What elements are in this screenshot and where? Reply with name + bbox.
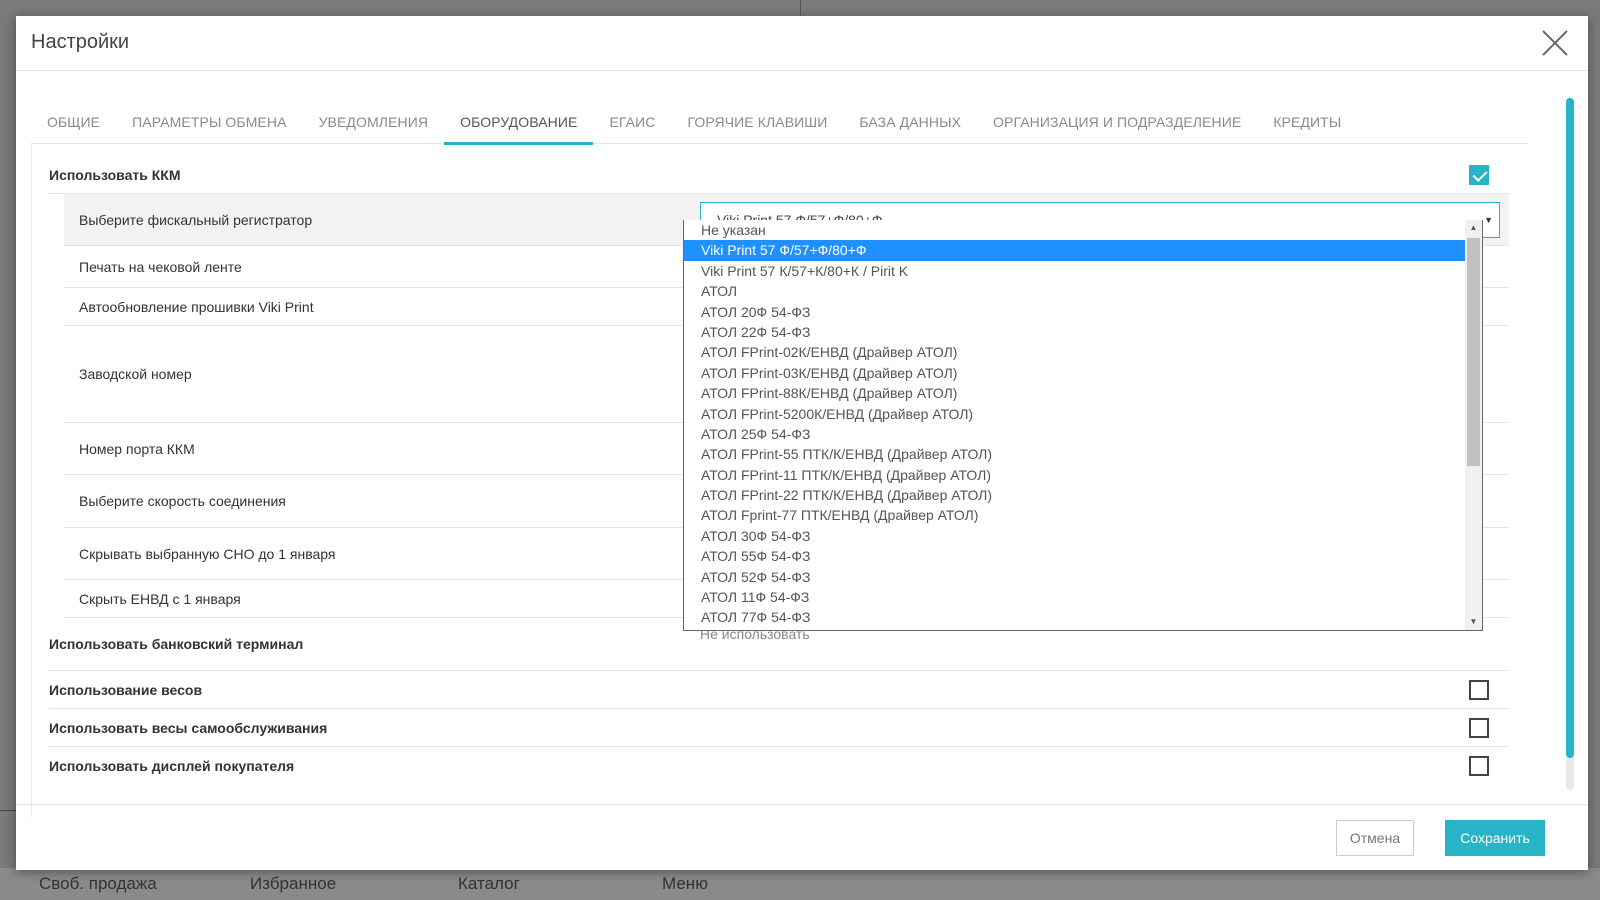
tab-equipment[interactable]: ОБОРУДОВАНИЕ bbox=[444, 86, 594, 145]
dropdown-option[interactable]: АТОЛ 30Ф 54-ФЗ bbox=[684, 526, 1465, 546]
hide-sno-label: Скрывать выбранную СНО до 1 января bbox=[79, 545, 336, 562]
dropdown-option[interactable]: АТОЛ FPrint-11 ПТК/К/ЕНВД (Драйвер АТОЛ) bbox=[684, 465, 1465, 485]
dropdown-option[interactable]: АТОЛ FPrint-55 ПТК/К/ЕНВД (Драйвер АТОЛ) bbox=[684, 444, 1465, 464]
dropdown-option[interactable]: АТОЛ FPrint-88К/ЕНВД (Драйвер АТОЛ) bbox=[684, 383, 1465, 403]
bg-tab-free-sale[interactable]: Своб. продажа bbox=[39, 874, 157, 894]
bg-tab-menu[interactable]: Меню bbox=[662, 874, 708, 894]
tab-database[interactable]: БАЗА ДАННЫХ bbox=[843, 86, 977, 144]
background-line bbox=[0, 810, 16, 811]
dropdown-option[interactable]: Viki Print 57 К/57+К/80+К / Pirit K bbox=[684, 261, 1465, 281]
dropdown-option[interactable]: Viki Print 57 Ф/57+Ф/80+Ф bbox=[684, 240, 1465, 261]
print-tape-label: Печать на чековой ленте bbox=[79, 258, 242, 275]
use-scales-label: Использование весов bbox=[49, 681, 203, 698]
dropdown-option[interactable]: АТОЛ 22Ф 54-ФЗ bbox=[684, 322, 1465, 342]
dropdown-option[interactable]: АТОЛ 25Ф 54-ФЗ bbox=[684, 424, 1465, 444]
customer-display-label: Использовать дисплей покупателя bbox=[49, 758, 295, 774]
dropdown-option[interactable]: АТОЛ 77Ф 54-ФЗ bbox=[684, 607, 1465, 627]
tab-credits[interactable]: КРЕДИТЫ bbox=[1257, 86, 1357, 144]
background-bottom-bar: Своб. продажа Избранное Каталог Меню bbox=[0, 868, 1600, 900]
self-scales-label: Использовать весы самообслуживания bbox=[49, 719, 328, 736]
customer-display-checkbox[interactable] bbox=[1469, 756, 1489, 776]
dropdown-option[interactable]: АТОЛ FPrint-22 ПТК/К/ЕНВД (Драйвер АТОЛ) bbox=[684, 485, 1465, 505]
dropdown-option[interactable]: АТОЛ 52Ф 54-ФЗ bbox=[684, 567, 1465, 587]
bg-tab-favorites[interactable]: Избранное bbox=[250, 874, 336, 894]
modal-footer: Отмена Сохранить bbox=[16, 804, 1588, 870]
dropdown-scrollbar[interactable]: ▲ ▼ bbox=[1465, 220, 1482, 630]
settings-tabs: ОБЩИЕ ПАРАМЕТРЫ ОБМЕНА УВЕДОМЛЕНИЯ ОБОРУ… bbox=[31, 86, 1528, 145]
modal-scrollbar-thumb[interactable] bbox=[1566, 98, 1574, 758]
tab-exchange-params[interactable]: ПАРАМЕТРЫ ОБМЕНА bbox=[116, 86, 302, 144]
use-kkm-label: Использовать ККМ bbox=[49, 166, 181, 183]
serial-number-label: Заводской номер bbox=[79, 366, 192, 382]
dropdown-option[interactable]: АТОЛ Fprint-77 ПТК/ЕНВД (Драйвер АТОЛ) bbox=[684, 505, 1465, 525]
dropdown-option[interactable]: АТОЛ 55Ф 54-ФЗ bbox=[684, 546, 1465, 566]
hide-envd-label: Скрыть ЕНВД с 1 января bbox=[79, 590, 241, 607]
scroll-down-icon[interactable]: ▼ bbox=[1465, 614, 1482, 630]
fiscal-registrar-dropdown: Не указан Viki Print 57 Ф/57+Ф/80+Ф Viki P… bbox=[683, 220, 1483, 631]
tab-hotkeys[interactable]: ГОРЯЧИЕ КЛАВИШИ bbox=[671, 86, 843, 144]
tab-egais[interactable]: ЕГАИС bbox=[593, 86, 671, 144]
tab-general[interactable]: ОБЩИЕ bbox=[31, 86, 116, 144]
chevron-down-icon: ▼ bbox=[1484, 215, 1493, 225]
use-kkm-checkbox[interactable] bbox=[1469, 164, 1489, 185]
use-scales-checkbox[interactable] bbox=[1469, 679, 1489, 700]
scroll-up-icon[interactable]: ▲ bbox=[1465, 220, 1482, 236]
close-icon[interactable] bbox=[1540, 28, 1570, 58]
self-scales-checkbox[interactable] bbox=[1469, 717, 1489, 738]
cancel-button[interactable]: Отмена bbox=[1336, 820, 1414, 856]
dropdown-option[interactable]: АТОЛ bbox=[684, 281, 1465, 301]
bank-terminal-label: Использовать банковский терминал bbox=[49, 636, 304, 652]
dropdown-list: Не указан Viki Print 57 Ф/57+Ф/80+Ф Viki P… bbox=[684, 220, 1465, 628]
dropdown-scrollbar-thumb[interactable] bbox=[1467, 238, 1480, 466]
port-number-label: Номер порта ККМ bbox=[79, 440, 195, 457]
dropdown-option[interactable]: АТОЛ FPrint-5200К/ЕНВД (Драйвер АТОЛ) bbox=[684, 404, 1465, 424]
modal-title: Настройки bbox=[31, 31, 130, 53]
row-use-kkm: Использовать ККМ bbox=[49, 156, 1509, 194]
row-self-scales: Использовать весы самообслуживания bbox=[49, 709, 1509, 747]
dropdown-option[interactable]: Не указан bbox=[684, 220, 1465, 240]
dropdown-option[interactable]: АТОЛ 20Ф 54-ФЗ bbox=[684, 302, 1465, 322]
dropdown-option[interactable]: АТОЛ FPrint-03К/ЕНВД (Драйвер АТОЛ) bbox=[684, 363, 1465, 383]
row-customer-display: Использовать дисплей покупателя bbox=[49, 747, 1509, 785]
dropdown-option[interactable]: АТОЛ 11Ф 54-ФЗ bbox=[684, 587, 1465, 607]
tab-notifications[interactable]: УВЕДОМЛЕНИЯ bbox=[303, 86, 445, 144]
tab-organization[interactable]: ОРГАНИЗАЦИЯ И ПОДРАЗДЕЛЕНИЕ bbox=[977, 86, 1257, 144]
fiscal-registrar-label: Выберите фискальный регистратор bbox=[79, 211, 313, 228]
modal-scrollbar[interactable] bbox=[1566, 98, 1574, 790]
save-button[interactable]: Сохранить bbox=[1445, 820, 1545, 856]
dropdown-option[interactable]: АТОЛ FPrint-02К/ЕНВД (Драйвер АТОЛ) bbox=[684, 342, 1465, 362]
modal-header: Настройки bbox=[16, 16, 1588, 71]
connection-speed-label: Выберите скорость соединения bbox=[79, 493, 286, 509]
background-divider bbox=[800, 0, 801, 15]
auto-update-label: Автообновление прошивки Viki Print bbox=[79, 298, 314, 315]
row-use-scales: Использование весов bbox=[49, 671, 1509, 709]
bg-tab-catalog[interactable]: Каталог bbox=[458, 874, 520, 894]
